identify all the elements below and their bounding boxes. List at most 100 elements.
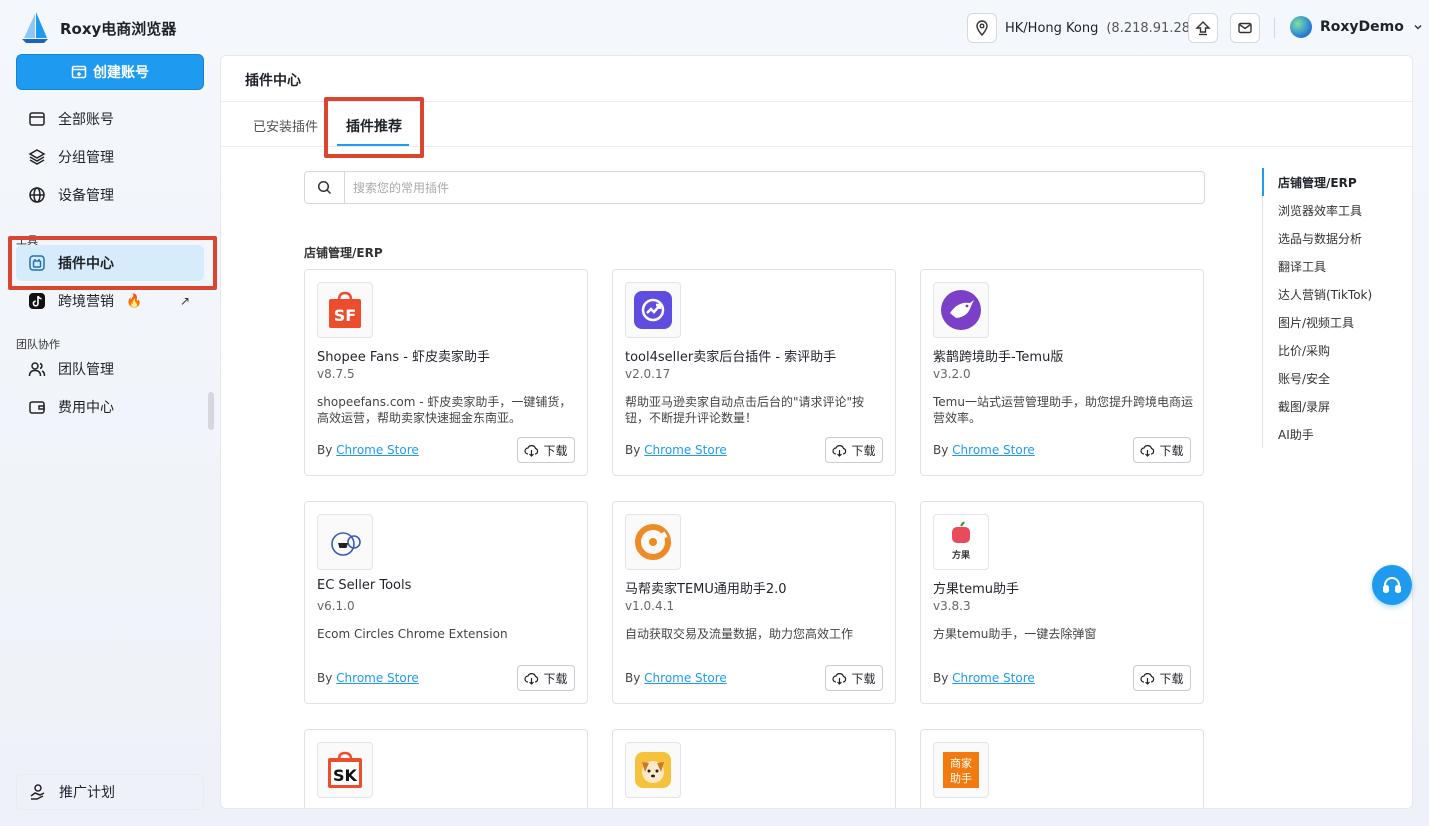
sidebar-item-groups[interactable]: 分组管理 bbox=[16, 139, 204, 175]
sidebar-item-billing[interactable]: 费用中心 bbox=[16, 389, 204, 425]
by-label: By bbox=[625, 671, 641, 685]
shopee-fans-icon: SF bbox=[317, 282, 373, 338]
sidebar-item-devices[interactable]: 设备管理 bbox=[16, 177, 204, 213]
cloud-download-icon bbox=[1140, 444, 1155, 457]
tiktok-icon bbox=[29, 293, 45, 309]
chrome-store-link[interactable]: Chrome Store bbox=[952, 671, 1035, 685]
layers-icon bbox=[28, 149, 46, 165]
cloud-download-icon bbox=[524, 672, 539, 685]
upload-button[interactable] bbox=[1188, 13, 1218, 43]
plugin-card[interactable] bbox=[612, 729, 896, 808]
handshake-icon bbox=[30, 784, 45, 800]
tab-installed-plugins[interactable]: 已安装插件 bbox=[253, 116, 318, 135]
plugin-card[interactable]: EC Seller Tools v6.1.0 Ecom Circles Chro… bbox=[304, 501, 588, 704]
upload-icon bbox=[1195, 21, 1211, 36]
sidebar-item-label: 跨境营销 bbox=[58, 294, 114, 310]
anchor-item[interactable]: 翻译工具 bbox=[1263, 252, 1372, 280]
user-menu[interactable]: RoxyDemo bbox=[1290, 16, 1424, 38]
sidebar-item-team-management[interactable]: 团队管理 bbox=[16, 351, 204, 387]
brand: Roxy电商浏览器 bbox=[20, 12, 176, 44]
download-button[interactable]: 下载 bbox=[1133, 437, 1191, 463]
plugin-description: Ecom Circles Chrome Extension bbox=[317, 627, 508, 641]
sidebar-item-promotion[interactable]: 推广计划 bbox=[16, 774, 204, 810]
chrome-store-link[interactable]: Chrome Store bbox=[336, 443, 419, 457]
plugin-card[interactable]: 方果 方果temu助手 v3.8.3 方果temu助手，一键去除弹窗 By Ch… bbox=[920, 501, 1204, 704]
search-icon[interactable] bbox=[305, 172, 345, 203]
download-button[interactable]: 下载 bbox=[825, 665, 883, 691]
anchor-item[interactable]: 达人营销(TikTok) bbox=[1263, 280, 1372, 308]
plugin-source: By Chrome Store bbox=[625, 671, 727, 685]
mail-button[interactable] bbox=[1230, 13, 1260, 43]
plugin-description: 方果temu助手，一键去除弹窗 bbox=[933, 627, 1097, 641]
download-button[interactable]: 下载 bbox=[517, 665, 575, 691]
plugin-card[interactable]: tool4seller卖家后台插件 - 索评助手 v2.0.17 帮助亚马逊卖家… bbox=[612, 269, 896, 476]
sidebar-scrollbar[interactable] bbox=[208, 392, 214, 430]
promotion-label: 推广计划 bbox=[59, 785, 115, 801]
anchor-item[interactable]: 图片/视频工具 bbox=[1263, 308, 1372, 336]
sidebar-item-all-accounts[interactable]: 全部账号 bbox=[16, 101, 204, 137]
download-label: 下载 bbox=[1159, 671, 1184, 686]
add-window-icon bbox=[71, 65, 87, 79]
customer-support-button[interactable] bbox=[1372, 565, 1412, 605]
chrome-store-link[interactable]: Chrome Store bbox=[336, 671, 419, 685]
anchor-item[interactable]: 浏览器效率工具 bbox=[1263, 196, 1372, 224]
by-label: By bbox=[317, 443, 333, 457]
chrome-store-link[interactable]: Chrome Store bbox=[644, 671, 727, 685]
download-button[interactable]: 下载 bbox=[1133, 665, 1191, 691]
plugin-search[interactable] bbox=[304, 171, 1205, 204]
wallet-icon bbox=[29, 401, 45, 414]
create-account-button[interactable]: 创建账号 bbox=[16, 54, 204, 90]
proxy-location[interactable]: HK/Hong Kong (8.218.91.28) bbox=[967, 12, 1195, 44]
users-icon bbox=[28, 362, 46, 377]
plugin-version: v3.8.3 bbox=[933, 599, 971, 613]
download-button[interactable]: 下载 bbox=[825, 437, 883, 463]
plugin-card[interactable]: SK bbox=[304, 729, 588, 808]
section-title-erp: 店铺管理/ERP bbox=[304, 246, 383, 260]
anchor-item[interactable]: 比价/采购 bbox=[1263, 336, 1372, 364]
chrome-store-link[interactable]: Chrome Store bbox=[952, 443, 1035, 457]
magpie-bird-icon bbox=[933, 282, 989, 338]
headset-icon bbox=[1383, 577, 1401, 593]
plugin-source: By Chrome Store bbox=[933, 443, 1035, 457]
plugin-version: v8.7.5 bbox=[317, 367, 355, 381]
plugin-source: By Chrome Store bbox=[317, 671, 419, 685]
by-label: By bbox=[933, 443, 949, 457]
tool4seller-icon bbox=[625, 282, 681, 338]
plugin-name: tool4seller卖家后台插件 - 索评助手 bbox=[625, 350, 837, 365]
plugin-version: v3.2.0 bbox=[933, 367, 971, 381]
anchor-item[interactable]: 选品与数据分析 bbox=[1263, 224, 1372, 252]
anchor-item[interactable]: 截图/录屏 bbox=[1263, 392, 1372, 420]
plugin-name: 马帮卖家TEMU通用助手2.0 bbox=[625, 582, 787, 597]
sk-logo-text: SK bbox=[333, 766, 358, 785]
app-title: Roxy电商浏览器 bbox=[60, 19, 177, 38]
plugin-name: 紫鹊跨境助手-Temu版 bbox=[933, 350, 1064, 365]
plugin-card[interactable]: 商家 助手 bbox=[920, 729, 1204, 808]
create-account-label: 创建账号 bbox=[93, 65, 149, 81]
chrome-store-link[interactable]: Chrome Store bbox=[644, 443, 727, 457]
sidebar-item-label: 团队管理 bbox=[58, 362, 114, 378]
download-button[interactable]: 下载 bbox=[517, 437, 575, 463]
anchor-item[interactable]: AI助手 bbox=[1263, 420, 1372, 448]
plugin-card[interactable]: 紫鹊跨境助手-Temu版 v3.2.0 Temu一站式运营管理助手，助您提升跨境… bbox=[920, 269, 1204, 476]
window-icon bbox=[29, 112, 45, 126]
sidebar-item-plugin-center[interactable]: 插件中心 bbox=[16, 245, 204, 281]
merchant-logo-text-2: 助手 bbox=[950, 771, 972, 785]
sk-icon: SK bbox=[317, 742, 373, 798]
download-label: 下载 bbox=[543, 443, 568, 458]
team-section-title: 团队协作 bbox=[16, 338, 60, 351]
mabang-icon bbox=[625, 514, 681, 570]
sidebar: Roxy电商浏览器 创建账号 全部账号 分组管理 设备管理 工具 插件中心 跨境… bbox=[0, 0, 220, 826]
download-label: 下载 bbox=[1159, 443, 1184, 458]
main-panel: 插件中心 已安装插件 插件推荐 店铺管理/ERP SF Shopee Fans … bbox=[220, 55, 1413, 809]
search-input[interactable] bbox=[345, 172, 1204, 203]
download-label: 下载 bbox=[543, 671, 568, 686]
plugin-card[interactable]: 马帮卖家TEMU通用助手2.0 v1.0.4.1 自动获取交易及流量数据，助力您… bbox=[612, 501, 896, 704]
plugin-card[interactable]: SF Shopee Fans - 虾皮卖家助手 v8.7.5 shopeefan… bbox=[304, 269, 588, 476]
shopee-logo-text: SF bbox=[334, 306, 356, 325]
divider bbox=[221, 101, 1412, 102]
anchor-item[interactable]: 账号/安全 bbox=[1263, 364, 1372, 392]
sidebar-item-cross-border-marketing[interactable]: 跨境营销 🔥 ↗ bbox=[16, 283, 204, 319]
by-label: By bbox=[625, 443, 641, 457]
tab-recommended-plugins[interactable]: 插件推荐 bbox=[346, 116, 402, 136]
anchor-item[interactable]: 店铺管理/ERP bbox=[1262, 168, 1372, 196]
